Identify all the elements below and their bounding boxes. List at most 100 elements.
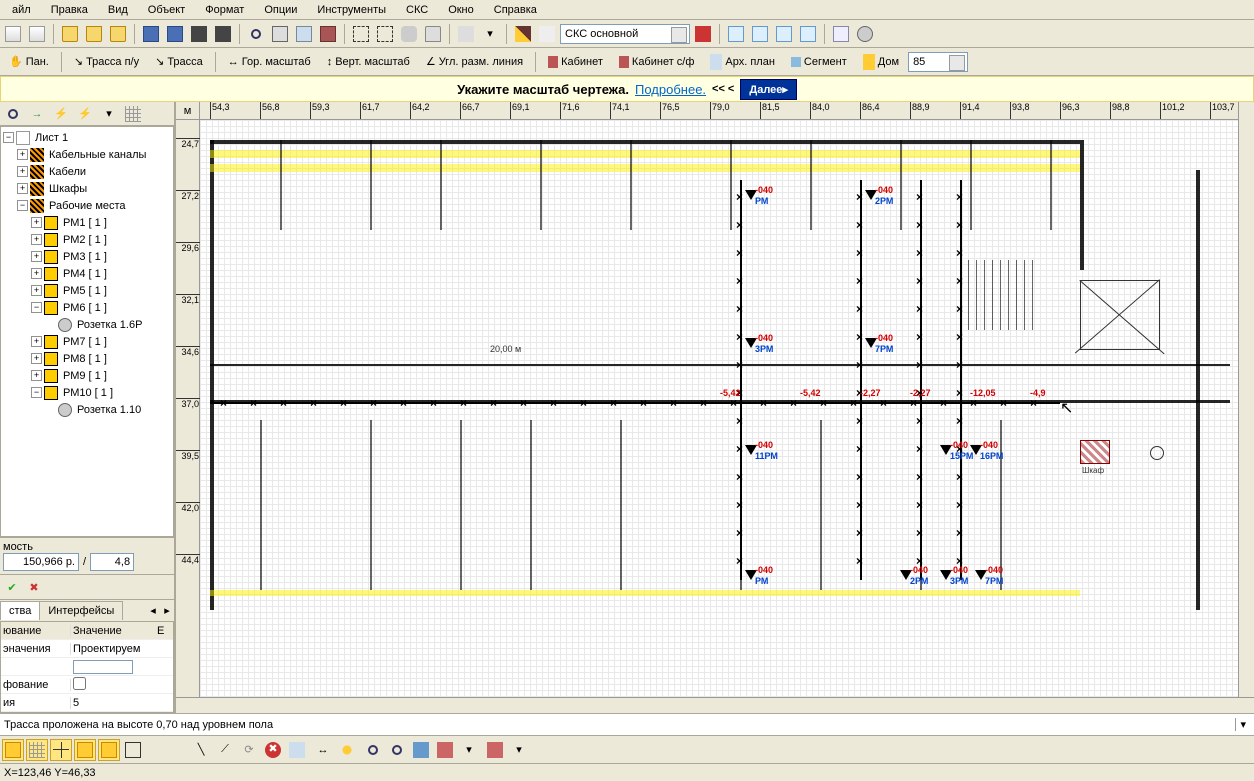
tree-toggle-icon[interactable]: +	[31, 234, 42, 245]
menu-window[interactable]: Окно	[438, 2, 484, 18]
tree-item[interactable]: +Шкафы	[3, 180, 171, 197]
vscale-button[interactable]: ↕Верт. масштаб	[320, 51, 417, 73]
tree-refresh-button[interactable]: ⚡	[50, 103, 72, 125]
tree-item[interactable]: +РМ3 [ 1 ]	[3, 248, 171, 265]
tab-next-button[interactable]: ▸	[160, 604, 174, 617]
tab-properties[interactable]: ства	[0, 601, 40, 620]
tree-toggle-icon[interactable]: −	[17, 200, 28, 211]
new-button[interactable]	[2, 23, 24, 45]
color-button[interactable]	[692, 23, 714, 45]
house-combo[interactable]: 85	[908, 52, 968, 72]
menu-object[interactable]: Объект	[138, 2, 195, 18]
tree-toggle-icon[interactable]: +	[31, 217, 42, 228]
lock-button[interactable]	[422, 23, 444, 45]
apply-button[interactable]: ✔	[3, 578, 21, 596]
house-button[interactable]: Дом	[856, 51, 906, 73]
win4-button[interactable]	[797, 23, 819, 45]
cabinet-sf-button[interactable]: Кабинет с/ф	[612, 51, 702, 73]
grid1-button[interactable]	[2, 739, 24, 761]
hscale-button[interactable]: ↔Гор. масштаб	[221, 51, 318, 73]
cost-value-field[interactable]	[3, 553, 79, 571]
grid2-button[interactable]	[26, 739, 48, 761]
menu-options[interactable]: Опции	[254, 2, 307, 18]
layer-combo[interactable]: СКС основной	[560, 24, 690, 44]
menu-sks[interactable]: СКС	[396, 2, 438, 18]
snap-button[interactable]: ↔	[312, 739, 334, 761]
tree-toggle-icon[interactable]: +	[17, 183, 28, 194]
win1-button[interactable]	[725, 23, 747, 45]
save-button[interactable]	[140, 23, 162, 45]
win2-button[interactable]	[749, 23, 771, 45]
grid3-button[interactable]	[50, 739, 72, 761]
save3-button[interactable]	[188, 23, 210, 45]
group-button[interactable]	[350, 23, 372, 45]
open3-button[interactable]	[107, 23, 129, 45]
save-all-button[interactable]	[164, 23, 186, 45]
horizontal-scrollbar[interactable]	[176, 697, 1254, 713]
hint-next-button[interactable]: Далее▸	[740, 79, 797, 100]
refresh-button[interactable]: ⟳	[238, 739, 260, 761]
tree-item[interactable]: +РМ7 [ 1 ]	[3, 333, 171, 350]
zoom-button[interactable]	[245, 23, 267, 45]
cabinet-button[interactable]: Кабинет	[541, 51, 610, 73]
menu-file[interactable]: айл	[2, 2, 41, 18]
hint-prev-arrows[interactable]: << <	[712, 83, 734, 95]
zoom-in-button[interactable]	[362, 739, 384, 761]
tree-settings-button[interactable]	[122, 103, 144, 125]
tree-item[interactable]: −РМ6 [ 1 ]	[3, 299, 171, 316]
tree-toggle-icon[interactable]: +	[31, 370, 42, 381]
arc-button[interactable]: ⟋	[214, 739, 236, 761]
cost-value2-field[interactable]	[90, 553, 134, 571]
tab-interfaces[interactable]: Интерфейсы	[39, 601, 123, 620]
dropdown-button[interactable]: ▾	[479, 23, 501, 45]
line-button[interactable]: ╲	[190, 739, 212, 761]
segment-button[interactable]: Сегмент	[784, 51, 854, 73]
new-page-button[interactable]	[26, 23, 48, 45]
archplan-button[interactable]: Арх. план	[703, 51, 782, 73]
tree-item[interactable]: +РМ8 [ 1 ]	[3, 350, 171, 367]
cancel-button[interactable]: ✖	[25, 578, 43, 596]
delete-button[interactable]: ✖	[262, 739, 284, 761]
tree-item[interactable]: +РМ1 [ 1 ]	[3, 214, 171, 231]
tree-more-button[interactable]: ▾	[98, 103, 120, 125]
save4-button[interactable]	[212, 23, 234, 45]
print-button[interactable]	[269, 23, 291, 45]
tree-item[interactable]: +РМ9 [ 1 ]	[3, 367, 171, 384]
tree-toggle-icon[interactable]: −	[31, 302, 42, 313]
menu-help[interactable]: Справка	[484, 2, 547, 18]
tree-item[interactable]: +РМ5 [ 1 ]	[3, 282, 171, 299]
menu-edit[interactable]: Правка	[41, 2, 98, 18]
zoom-out-button[interactable]	[386, 739, 408, 761]
calc-button[interactable]	[830, 23, 852, 45]
tree-item[interactable]: +Кабельные каналы	[3, 146, 171, 163]
paste-button[interactable]	[455, 23, 477, 45]
edit-button[interactable]	[512, 23, 534, 45]
tree-search-button[interactable]	[2, 103, 24, 125]
open2-button[interactable]	[83, 23, 105, 45]
tab-prev-button[interactable]: ◂	[146, 604, 160, 617]
tree-item[interactable]: +РМ2 [ 1 ]	[3, 231, 171, 248]
command-dropdown-icon[interactable]: ▾	[1235, 718, 1250, 731]
trace-button[interactable]: ↘Трасса	[148, 51, 210, 73]
command-input[interactable]	[4, 719, 1235, 731]
tree-refresh2-button[interactable]: ⚡	[74, 103, 96, 125]
grid5-button[interactable]	[98, 739, 120, 761]
trace-pu-button[interactable]: ↘Трасса п/у	[67, 51, 146, 73]
hint-details-link[interactable]: Подробнее.	[635, 82, 706, 97]
drawing-canvas[interactable]: 20,00 м×××××××××××××××××××××××××××××××××…	[200, 120, 1238, 697]
menu-view[interactable]: Вид	[98, 2, 138, 18]
tree-toggle-icon[interactable]: +	[31, 251, 42, 262]
win3-button[interactable]	[773, 23, 795, 45]
align-button[interactable]	[286, 739, 308, 761]
tree-item[interactable]: −РМ10 [ 1 ]	[3, 384, 171, 401]
grid4-button[interactable]	[74, 739, 96, 761]
open-button[interactable]	[59, 23, 81, 45]
tree-next-button[interactable]: →	[26, 103, 48, 125]
tree-toggle-icon[interactable]: −	[31, 387, 42, 398]
tree-item[interactable]: Розетка 1.6Р	[3, 316, 171, 333]
more-dd-button[interactable]: ▾	[508, 739, 530, 761]
tree-toggle-icon[interactable]: +	[31, 336, 42, 347]
tree-item[interactable]: Розетка 1.10	[3, 401, 171, 418]
tree-toggle-icon[interactable]: +	[31, 285, 42, 296]
disc-button[interactable]	[854, 23, 876, 45]
